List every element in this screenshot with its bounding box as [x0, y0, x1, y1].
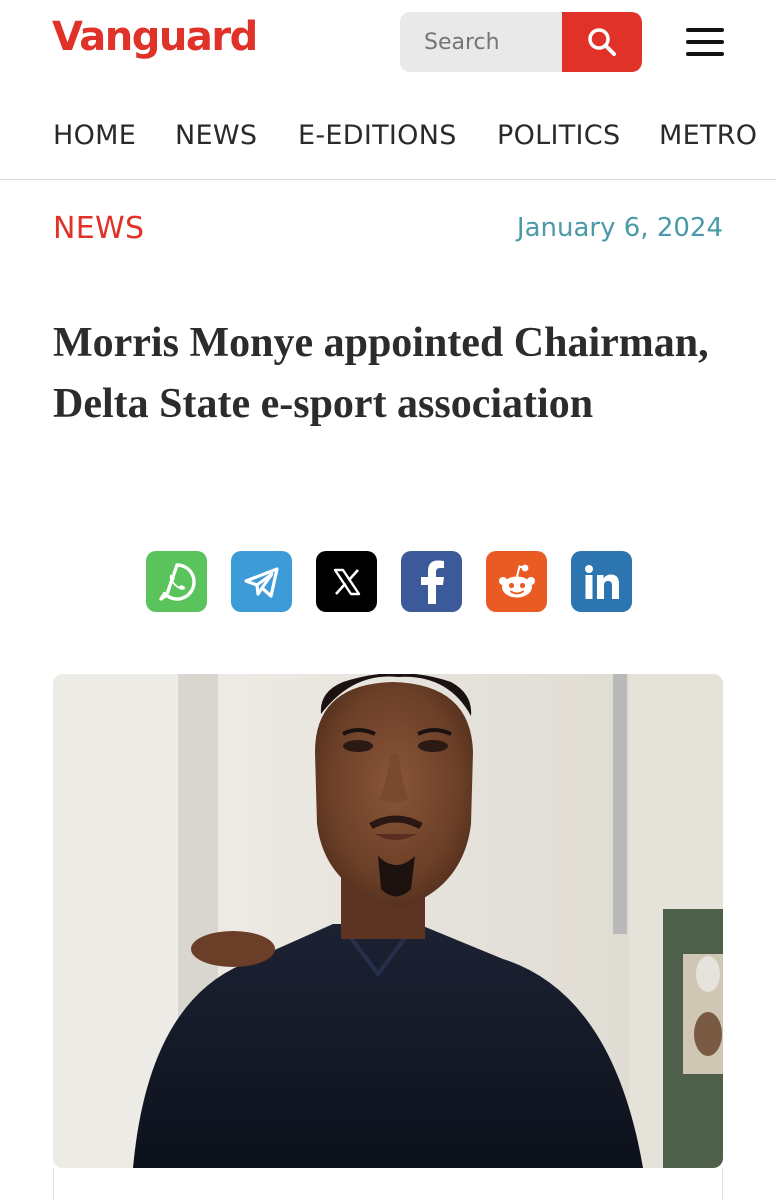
share-x-button[interactable]	[316, 551, 377, 612]
search-box	[400, 12, 642, 72]
nav-item-metro[interactable]: METRO	[659, 120, 757, 151]
article-card-edge	[53, 1168, 723, 1200]
x-icon	[333, 568, 360, 595]
share-linkedin-button[interactable]	[571, 551, 632, 612]
facebook-icon	[420, 560, 444, 604]
share-whatsapp-button[interactable]	[146, 551, 207, 612]
hamburger-menu-icon[interactable]	[686, 28, 724, 56]
article-lead-image[interactable]	[53, 674, 723, 1168]
article-headline: Morris Monye appointed Chairman, Delta S…	[53, 320, 709, 427]
site-logo[interactable]: Vanguard	[52, 14, 258, 60]
nav-item-politics[interactable]: POLITICS	[497, 120, 620, 151]
whatsapp-icon	[158, 562, 196, 601]
search-input[interactable]	[400, 12, 562, 72]
nav-item-news[interactable]: NEWS	[175, 120, 257, 151]
nav-item-e-editions[interactable]: E-EDITIONS	[298, 120, 457, 151]
telegram-icon	[243, 566, 279, 598]
share-bar	[146, 551, 632, 612]
share-reddit-button[interactable]	[486, 551, 547, 612]
search-icon	[588, 28, 616, 56]
linkedin-icon	[584, 564, 619, 599]
share-facebook-button[interactable]	[401, 551, 462, 612]
article-date: January 6, 2024	[516, 213, 723, 243]
main-navigation: HOME NEWS E-EDITIONS POLITICS METRO	[0, 100, 776, 180]
reddit-icon	[498, 564, 535, 597]
nav-item-home[interactable]: HOME	[53, 120, 136, 151]
article-meta: NEWS January 6, 2024	[0, 205, 776, 255]
portrait-photo	[53, 674, 723, 1168]
site-header: Vanguard	[0, 0, 776, 90]
search-button[interactable]	[562, 12, 642, 72]
share-telegram-button[interactable]	[231, 551, 292, 612]
article-category[interactable]: NEWS	[53, 211, 144, 246]
